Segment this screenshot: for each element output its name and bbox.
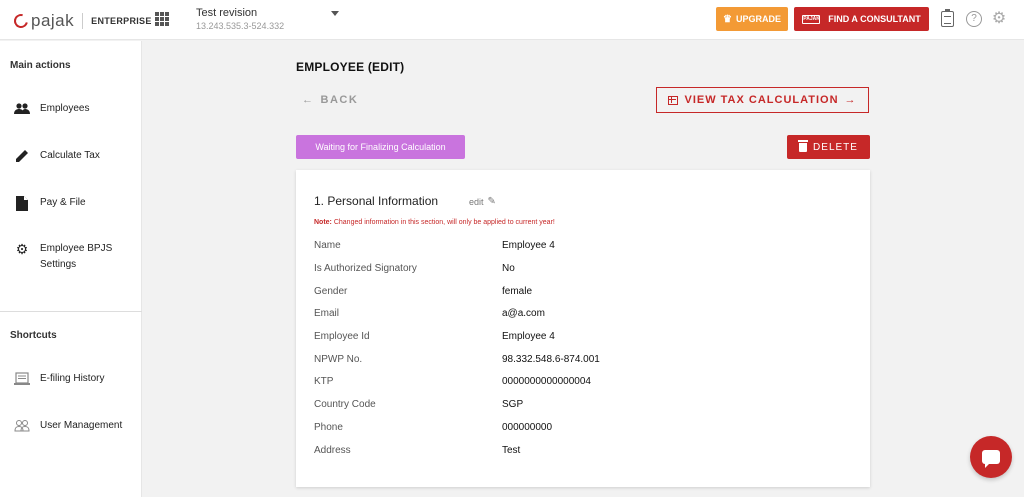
- chat-bubble-icon: [982, 450, 1000, 468]
- shortcuts-heading: Shortcuts: [10, 330, 57, 341]
- info-row-country-code: Country Code SGP: [314, 396, 854, 412]
- gear-icon: ⚙: [15, 240, 29, 257]
- help-icon[interactable]: ?: [966, 11, 982, 27]
- info-value: SGP: [502, 398, 524, 410]
- clipboard-icon[interactable]: [941, 9, 954, 27]
- info-label: Phone: [314, 421, 343, 433]
- info-row-npwp: NPWP No. 98.332.548.6-874.001: [314, 351, 854, 367]
- info-label: Is Authorized Signatory: [314, 262, 417, 274]
- info-value: 0000000000000004: [502, 375, 591, 387]
- apps-grid-icon[interactable]: [155, 12, 169, 26]
- company-npwp: 13.243.535.3-524.332: [196, 21, 285, 31]
- logo-divider: [82, 13, 84, 29]
- info-label: Employee Id: [314, 330, 370, 342]
- back-label: BACK: [320, 94, 359, 106]
- personal-information-card: 1. Personal Information edit ✎ Note: Cha…: [296, 170, 870, 487]
- view-tax-calculation-label: VIEW TAX CALCULATION: [684, 94, 839, 106]
- info-value: Test: [502, 444, 521, 456]
- sidebar-item-label: User Management: [40, 420, 123, 431]
- page-title: EMPLOYEE (EDIT): [296, 60, 405, 74]
- info-value: a@a.com: [502, 307, 545, 319]
- info-value: 000000000: [502, 421, 553, 433]
- sidebar-item-label: Employee BPJS Settings: [40, 243, 113, 270]
- sidebar-item-pay-file[interactable]: Pay & File: [0, 195, 142, 211]
- sidebar-item-efiling-history[interactable]: E-filing History: [0, 371, 142, 387]
- chat-button[interactable]: [970, 436, 1012, 478]
- settings-gear-icon[interactable]: ⚙: [991, 11, 1007, 27]
- info-row-address: Address Test: [314, 442, 854, 458]
- info-row-authorized-signatory: Is Authorized Signatory No: [314, 260, 854, 276]
- edit-personal-info-link[interactable]: edit ✎: [469, 196, 496, 207]
- info-row-ktp: KTP 0000000000000004: [314, 373, 854, 389]
- logo-mark-icon: [11, 11, 31, 31]
- people-icon: [14, 101, 30, 117]
- chevron-down-icon: [331, 10, 340, 16]
- info-label: Name: [314, 239, 341, 251]
- info-row-employee-id: Employee Id Employee 4: [314, 328, 854, 344]
- info-value: No: [502, 262, 515, 274]
- sidebar-item-label: Pay & File: [40, 197, 86, 208]
- info-value: 98.332.548.6-874.001: [502, 353, 600, 365]
- pajak-logo[interactable]: pajak ENTERPRISE: [11, 11, 152, 31]
- arrow-right-icon: →: [844, 94, 857, 106]
- info-value: female: [502, 285, 533, 297]
- info-label: Address: [314, 444, 351, 456]
- status-badge: Waiting for Finalizing Calculation: [296, 135, 465, 159]
- crown-icon: ♛: [723, 13, 732, 25]
- company-selector[interactable]: Test revision 13.243.535.3-524.332: [196, 7, 340, 31]
- info-label: Gender: [314, 285, 348, 297]
- history-icon: [14, 371, 30, 387]
- info-label: Email: [314, 307, 340, 319]
- delete-label: DELETE: [813, 141, 858, 153]
- info-row-phone: Phone 000000000: [314, 419, 854, 435]
- find-consultant-label: FIND A CONSULTANT: [828, 14, 921, 24]
- info-value: Employee 4: [502, 330, 555, 342]
- note-text: Changed information in this section, wil…: [331, 219, 555, 226]
- section-title: 1. Personal Information: [314, 194, 439, 208]
- info-label: NPWP No.: [314, 353, 363, 365]
- info-label: KTP: [314, 375, 334, 387]
- sidebar-item-label: E-filing History: [40, 373, 105, 384]
- document-icon: [14, 195, 30, 211]
- sidebar: Main actions Employees Calculate Tax Pay…: [0, 41, 142, 497]
- info-row-name: Name Employee 4: [314, 237, 854, 253]
- section-note: Note: Changed information in this sectio…: [314, 219, 555, 226]
- users-icon: [14, 418, 30, 434]
- info-value: Employee 4: [502, 239, 555, 251]
- edition-label: ENTERPRISE: [91, 16, 152, 26]
- note-prefix: Note:: [314, 219, 332, 226]
- back-button[interactable]: ← BACK: [302, 94, 358, 106]
- sidebar-item-employees[interactable]: Employees: [0, 101, 142, 117]
- pencil-icon: [14, 148, 30, 164]
- company-name: Test revision: [196, 7, 258, 19]
- edit-label: edit: [469, 196, 484, 207]
- sidebar-item-user-management[interactable]: User Management: [0, 418, 142, 434]
- info-row-email: Email a@a.com: [314, 305, 854, 321]
- trash-icon: [798, 139, 809, 152]
- consultant-badge-icon: PAJAK: [802, 14, 821, 24]
- sidebar-item-label: Calculate Tax: [40, 150, 100, 161]
- info-row-gender: Gender female: [314, 283, 854, 299]
- find-consultant-button[interactable]: PAJAK FIND A CONSULTANT: [794, 7, 929, 31]
- sidebar-item-calculate-tax[interactable]: Calculate Tax: [0, 148, 142, 164]
- pencil-icon: ✎: [487, 196, 496, 207]
- info-label: Country Code: [314, 398, 376, 410]
- logo-text: pajak: [31, 11, 75, 30]
- upgrade-button[interactable]: ♛ UPGRADE: [716, 7, 788, 31]
- sidebar-divider: [0, 311, 142, 312]
- sidebar-item-label: Employees: [40, 103, 90, 114]
- top-bar: pajak ENTERPRISE Test revision 13.243.53…: [0, 0, 1024, 40]
- delete-button[interactable]: DELETE: [787, 135, 870, 159]
- table-icon: [668, 95, 679, 105]
- sidebar-item-employee-bpjs-settings[interactable]: ⚙ Employee BPJS Settings: [0, 241, 142, 273]
- upgrade-label: UPGRADE: [735, 14, 781, 24]
- arrow-left-icon: ←: [302, 94, 315, 106]
- main-actions-heading: Main actions: [10, 60, 71, 71]
- view-tax-calculation-button[interactable]: VIEW TAX CALCULATION →: [656, 87, 869, 113]
